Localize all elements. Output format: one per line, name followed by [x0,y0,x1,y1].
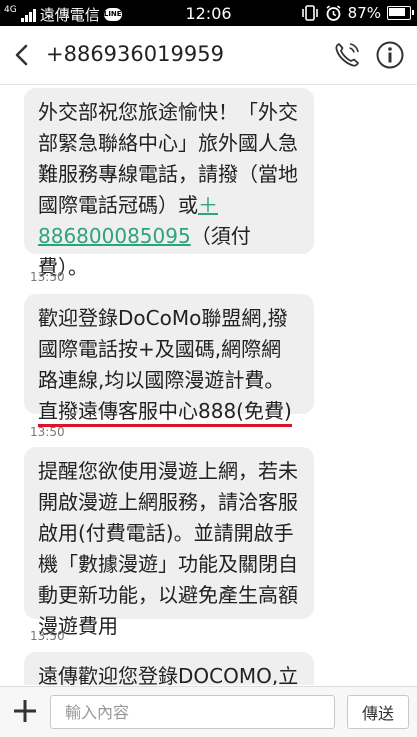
phone-settings-icon[interactable] [333,41,361,69]
message-timestamp: 13:50 [30,425,65,439]
message-text: 外交部祝您旅途愉快！「外交部緊急聯絡中心」旅外國人急難服務專線電話，請撥（當地國… [38,100,298,217]
message-bubble[interactable]: 歡迎登錄DoCoMo聯盟網,撥國際電話按+及國碼,網際網路連線,均以國際漫遊計費… [24,294,314,427]
contact-number: +886936019959 [46,42,224,66]
info-icon[interactable] [375,40,405,70]
plus-icon[interactable] [11,697,39,725]
message-text: 提醒您欲使用漫遊上網，若未開啟漫遊上網服務，請洽客服啟用(付費電話)。並請開啟手… [38,459,298,638]
battery-percent: 87% [347,4,381,22]
status-bar: 4G 遠傳電信 LINE 12:06 87% [0,0,417,26]
message-bubble[interactable]: 提醒您欲使用漫遊上網，若未開啟漫遊上網服務，請洽客服啟用(付費電話)。並請開啟手… [24,447,314,638]
message-text: 歡迎登錄DoCoMo聯盟網,撥國際電話按+及國碼,網際網路連線,均以國際漫遊計費… [38,306,288,392]
message-text: 遠傳歡迎您登錄DOCOMO,立 [38,664,299,685]
battery-icon [387,6,414,20]
message-bubble[interactable]: 外交部祝您旅途愉快！「外交部緊急聯絡中心」旅外國人急難服務專線電話，請撥（當地國… [24,88,314,279]
message-timestamp: 13:50 [30,270,65,284]
message-bubble[interactable]: 遠傳歡迎您登錄DOCOMO,立 [24,652,314,685]
compose-bar: 傳送 [0,686,417,737]
conversation-header: +886936019959 [0,26,417,85]
back-arrow-icon[interactable] [10,40,34,70]
underlined-text: 直撥遠傳客服中心888(免費) [38,399,292,427]
message-thread[interactable]: 外交部祝您旅途愉快！「外交部緊急聯絡中心」旅外國人急難服務專線電話，請撥（當地國… [0,85,417,685]
message-timestamp: 13:50 [30,629,65,643]
alarm-icon [326,4,341,21]
vibrate-icon [301,5,318,21]
status-right: 87% [301,4,414,22]
send-button[interactable]: 傳送 [347,695,409,729]
message-input[interactable] [50,695,335,729]
